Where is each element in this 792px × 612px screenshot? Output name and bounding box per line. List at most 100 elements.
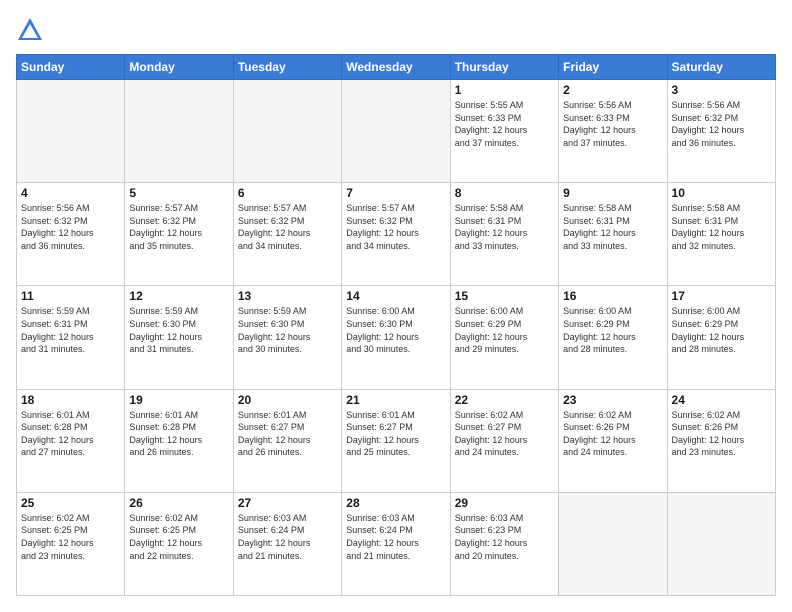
- day-info: Sunrise: 6:01 AM Sunset: 6:28 PM Dayligh…: [21, 409, 120, 459]
- day-number: 6: [238, 186, 337, 200]
- day-number: 7: [346, 186, 445, 200]
- day-number: 28: [346, 496, 445, 510]
- day-number: 12: [129, 289, 228, 303]
- day-info: Sunrise: 5:58 AM Sunset: 6:31 PM Dayligh…: [563, 202, 662, 252]
- day-number: 22: [455, 393, 554, 407]
- day-info: Sunrise: 6:02 AM Sunset: 6:27 PM Dayligh…: [455, 409, 554, 459]
- day-number: 1: [455, 83, 554, 97]
- calendar-cell: 21 Sunrise: 6:01 AM Sunset: 6:27 PM Dayli…: [342, 389, 450, 492]
- calendar-cell: 11 Sunrise: 5:59 AM Sunset: 6:31 PM Dayli…: [17, 286, 125, 389]
- calendar-cell: 17 Sunrise: 6:00 AM Sunset: 6:29 PM Dayli…: [667, 286, 775, 389]
- day-info: Sunrise: 5:55 AM Sunset: 6:33 PM Dayligh…: [455, 99, 554, 149]
- day-number: 11: [21, 289, 120, 303]
- day-info: Sunrise: 5:58 AM Sunset: 6:31 PM Dayligh…: [455, 202, 554, 252]
- day-number: 27: [238, 496, 337, 510]
- day-info: Sunrise: 5:57 AM Sunset: 6:32 PM Dayligh…: [238, 202, 337, 252]
- day-number: 18: [21, 393, 120, 407]
- day-info: Sunrise: 5:58 AM Sunset: 6:31 PM Dayligh…: [672, 202, 771, 252]
- calendar-cell: 14 Sunrise: 6:00 AM Sunset: 6:30 PM Dayli…: [342, 286, 450, 389]
- calendar-cell: 22 Sunrise: 6:02 AM Sunset: 6:27 PM Dayli…: [450, 389, 558, 492]
- calendar-cell: 24Sunrise: 6:02 AM Sunset: 6:26 PM Dayli…: [667, 389, 775, 492]
- day-info: Sunrise: 5:59 AM Sunset: 6:30 PM Dayligh…: [238, 305, 337, 355]
- calendar-week-3: 11 Sunrise: 5:59 AM Sunset: 6:31 PM Dayli…: [17, 286, 776, 389]
- day-info: Sunrise: 6:03 AM Sunset: 6:24 PM Dayligh…: [238, 512, 337, 562]
- calendar-cell: 9 Sunrise: 5:58 AM Sunset: 6:31 PM Daylig…: [559, 183, 667, 286]
- calendar-cell: 23 Sunrise: 6:02 AM Sunset: 6:26 PM Dayli…: [559, 389, 667, 492]
- day-info: Sunrise: 5:59 AM Sunset: 6:31 PM Dayligh…: [21, 305, 120, 355]
- calendar-cell: [125, 80, 233, 183]
- calendar-cell: [342, 80, 450, 183]
- logo-icon: [16, 16, 44, 44]
- calendar-cell: 28 Sunrise: 6:03 AM Sunset: 6:24 PM Dayli…: [342, 492, 450, 595]
- calendar-cell: 20Sunrise: 6:01 AM Sunset: 6:27 PM Dayli…: [233, 389, 341, 492]
- day-info: Sunrise: 6:03 AM Sunset: 6:24 PM Dayligh…: [346, 512, 445, 562]
- calendar-cell: 15 Sunrise: 6:00 AM Sunset: 6:29 PM Dayli…: [450, 286, 558, 389]
- calendar-week-2: 4 Sunrise: 5:56 AM Sunset: 6:32 PM Daylig…: [17, 183, 776, 286]
- calendar-cell: 2Sunrise: 5:56 AM Sunset: 6:33 PM Daylig…: [559, 80, 667, 183]
- calendar-cell: 1 Sunrise: 5:55 AM Sunset: 6:33 PM Daylig…: [450, 80, 558, 183]
- page: SundayMondayTuesdayWednesdayThursdayFrid…: [0, 0, 792, 612]
- calendar-header-row: SundayMondayTuesdayWednesdayThursdayFrid…: [17, 55, 776, 80]
- day-info: Sunrise: 6:02 AM Sunset: 6:25 PM Dayligh…: [129, 512, 228, 562]
- calendar-cell: 29 Sunrise: 6:03 AM Sunset: 6:23 PM Dayli…: [450, 492, 558, 595]
- calendar-cell: 16Sunrise: 6:00 AM Sunset: 6:29 PM Dayli…: [559, 286, 667, 389]
- calendar-week-5: 25 Sunrise: 6:02 AM Sunset: 6:25 PM Dayli…: [17, 492, 776, 595]
- day-info: Sunrise: 5:56 AM Sunset: 6:32 PM Dayligh…: [21, 202, 120, 252]
- calendar-cell: 25 Sunrise: 6:02 AM Sunset: 6:25 PM Dayli…: [17, 492, 125, 595]
- weekday-header-thursday: Thursday: [450, 55, 558, 80]
- weekday-header-wednesday: Wednesday: [342, 55, 450, 80]
- day-info: Sunrise: 5:59 AM Sunset: 6:30 PM Dayligh…: [129, 305, 228, 355]
- day-number: 17: [672, 289, 771, 303]
- weekday-header-saturday: Saturday: [667, 55, 775, 80]
- day-info: Sunrise: 5:56 AM Sunset: 6:32 PM Dayligh…: [672, 99, 771, 149]
- day-number: 9: [563, 186, 662, 200]
- day-info: Sunrise: 6:00 AM Sunset: 6:29 PM Dayligh…: [455, 305, 554, 355]
- calendar-cell: [233, 80, 341, 183]
- calendar-cell: 4 Sunrise: 5:56 AM Sunset: 6:32 PM Daylig…: [17, 183, 125, 286]
- day-info: Sunrise: 6:02 AM Sunset: 6:25 PM Dayligh…: [21, 512, 120, 562]
- calendar-cell: 27 Sunrise: 6:03 AM Sunset: 6:24 PM Dayli…: [233, 492, 341, 595]
- calendar-cell: [559, 492, 667, 595]
- day-info: Sunrise: 5:57 AM Sunset: 6:32 PM Dayligh…: [346, 202, 445, 252]
- calendar-cell: 5 Sunrise: 5:57 AM Sunset: 6:32 PM Daylig…: [125, 183, 233, 286]
- calendar-cell: [667, 492, 775, 595]
- day-number: 3: [672, 83, 771, 97]
- day-number: 19: [129, 393, 228, 407]
- day-number: 25: [21, 496, 120, 510]
- day-number: 26: [129, 496, 228, 510]
- weekday-header-friday: Friday: [559, 55, 667, 80]
- day-number: 23: [563, 393, 662, 407]
- weekday-header-monday: Monday: [125, 55, 233, 80]
- day-info: Sunrise: 6:03 AM Sunset: 6:23 PM Dayligh…: [455, 512, 554, 562]
- calendar-cell: 19 Sunrise: 6:01 AM Sunset: 6:28 PM Dayli…: [125, 389, 233, 492]
- day-number: 14: [346, 289, 445, 303]
- day-info: Sunrise: 5:56 AM Sunset: 6:33 PM Dayligh…: [563, 99, 662, 149]
- day-number: 15: [455, 289, 554, 303]
- calendar-cell: 6 Sunrise: 5:57 AM Sunset: 6:32 PM Daylig…: [233, 183, 341, 286]
- day-info: Sunrise: 6:01 AM Sunset: 6:27 PM Dayligh…: [346, 409, 445, 459]
- day-info: Sunrise: 6:00 AM Sunset: 6:29 PM Dayligh…: [563, 305, 662, 355]
- day-number: 8: [455, 186, 554, 200]
- calendar-cell: 10Sunrise: 5:58 AM Sunset: 6:31 PM Dayli…: [667, 183, 775, 286]
- day-number: 21: [346, 393, 445, 407]
- logo: [16, 16, 48, 44]
- calendar-cell: 3 Sunrise: 5:56 AM Sunset: 6:32 PM Daylig…: [667, 80, 775, 183]
- day-info: Sunrise: 6:00 AM Sunset: 6:29 PM Dayligh…: [672, 305, 771, 355]
- day-info: Sunrise: 5:57 AM Sunset: 6:32 PM Dayligh…: [129, 202, 228, 252]
- day-info: Sunrise: 6:00 AM Sunset: 6:30 PM Dayligh…: [346, 305, 445, 355]
- day-info: Sunrise: 6:02 AM Sunset: 6:26 PM Dayligh…: [563, 409, 662, 459]
- calendar-cell: 7 Sunrise: 5:57 AM Sunset: 6:32 PM Daylig…: [342, 183, 450, 286]
- header: [16, 16, 776, 44]
- calendar-table: SundayMondayTuesdayWednesdayThursdayFrid…: [16, 54, 776, 596]
- day-info: Sunrise: 6:01 AM Sunset: 6:27 PM Dayligh…: [238, 409, 337, 459]
- weekday-header-tuesday: Tuesday: [233, 55, 341, 80]
- calendar-cell: 18 Sunrise: 6:01 AM Sunset: 6:28 PM Dayli…: [17, 389, 125, 492]
- weekday-header-sunday: Sunday: [17, 55, 125, 80]
- day-number: 24: [672, 393, 771, 407]
- calendar-week-1: 1 Sunrise: 5:55 AM Sunset: 6:33 PM Daylig…: [17, 80, 776, 183]
- calendar-cell: 8 Sunrise: 5:58 AM Sunset: 6:31 PM Daylig…: [450, 183, 558, 286]
- day-number: 5: [129, 186, 228, 200]
- day-number: 29: [455, 496, 554, 510]
- day-number: 4: [21, 186, 120, 200]
- day-info: Sunrise: 6:01 AM Sunset: 6:28 PM Dayligh…: [129, 409, 228, 459]
